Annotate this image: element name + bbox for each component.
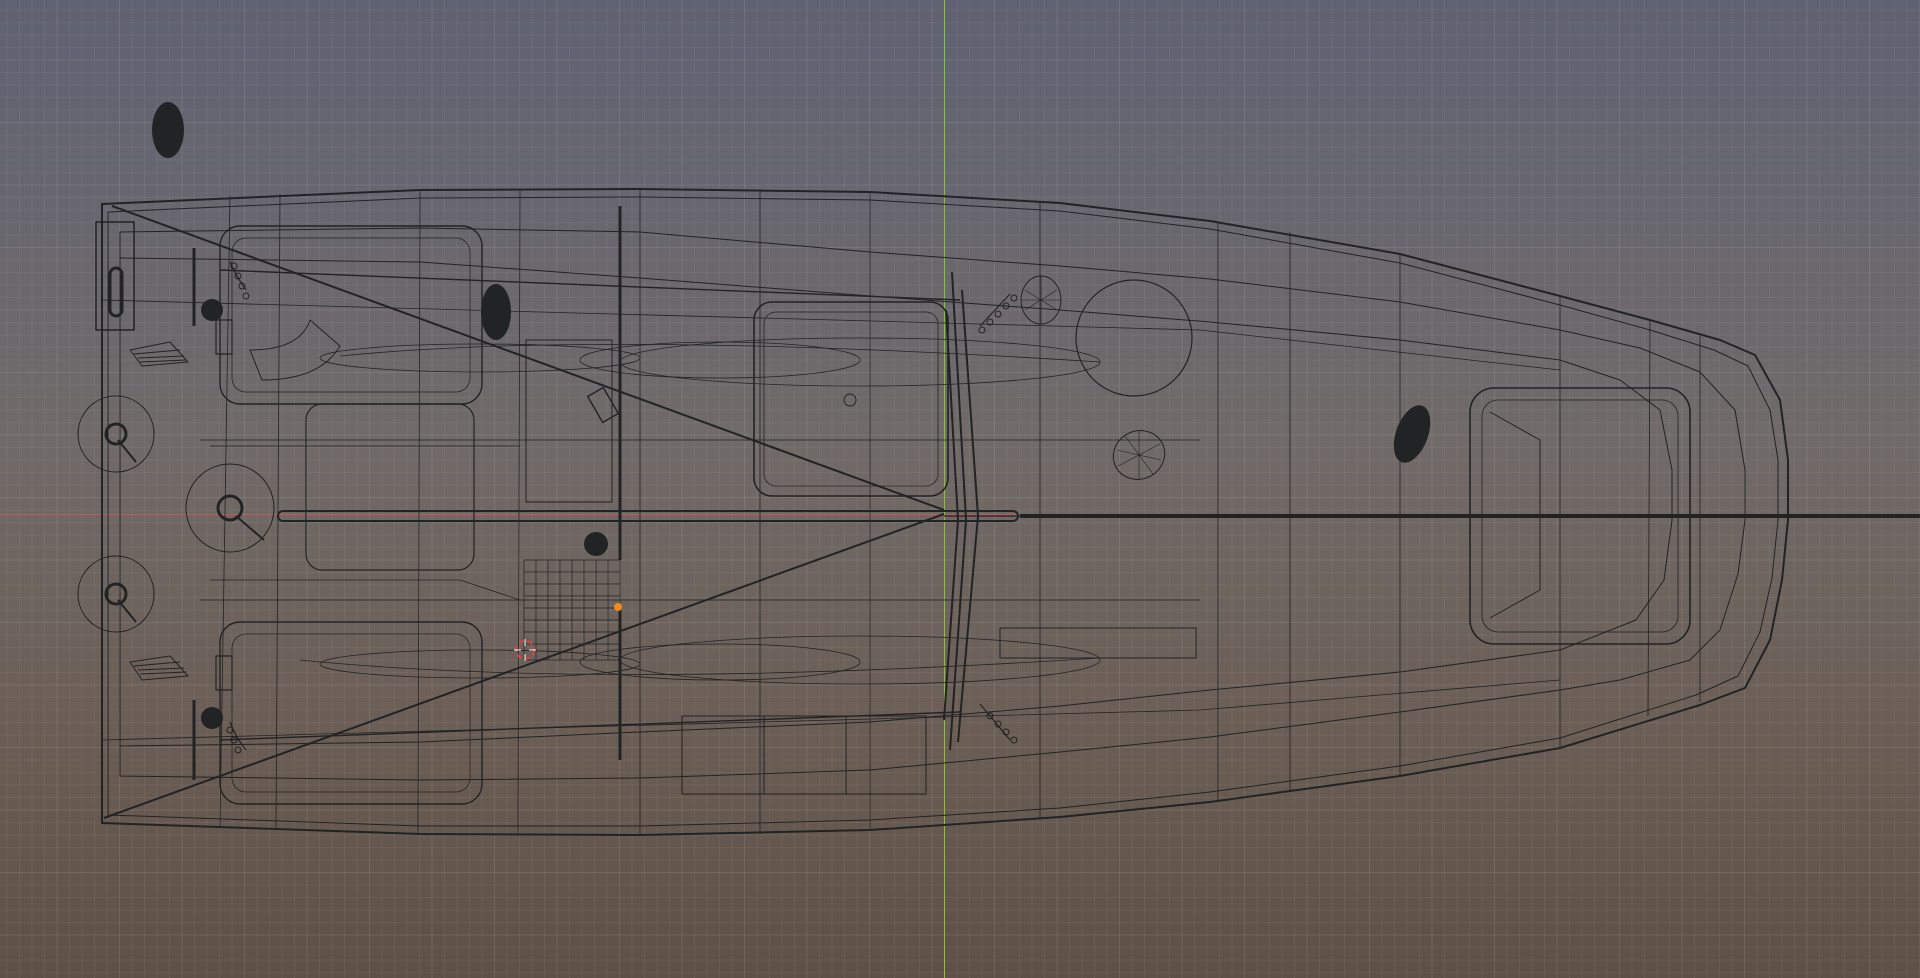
cockpit-seat-lower-inner	[231, 633, 471, 793]
cockpit-grate	[523, 559, 621, 661]
companionway-step	[587, 386, 619, 424]
cockpit-floor	[305, 403, 475, 571]
vents	[129, 341, 189, 681]
3d-viewport[interactable]	[0, 0, 1920, 978]
winch-mesh-lower-lines	[1116, 431, 1162, 479]
cockpit-seat-upper	[219, 225, 483, 405]
blocks	[215, 261, 1011, 751]
winch-drums	[201, 299, 608, 729]
bead-chains	[226, 262, 1018, 754]
side-rails	[192, 206, 622, 780]
sheet-line-lower	[103, 513, 945, 819]
hatch-knob	[843, 393, 857, 407]
cockpit-seat-lower	[219, 621, 483, 805]
figure-cockpit	[481, 284, 511, 340]
lower-lockers	[681, 627, 1197, 795]
object-origin-dot[interactable]	[614, 603, 622, 611]
3d-cursor-crosshair	[514, 639, 536, 661]
companionway-frame	[525, 339, 613, 503]
boom	[277, 510, 1019, 522]
cockpit-seat-upper-curve	[249, 319, 341, 381]
sail-upper	[319, 337, 1101, 387]
hull-outline-deck	[119, 227, 1746, 781]
sail-lower	[299, 635, 1101, 685]
main-hatch	[753, 301, 949, 497]
deck-plate-circle	[1075, 279, 1193, 397]
3d-cursor-icon[interactable]	[514, 639, 536, 661]
figure-foredeck	[1393, 405, 1431, 463]
crew-figures	[152, 102, 1431, 463]
stern-wheels	[77, 395, 275, 633]
sailboat-wireframe[interactable]	[0, 0, 1920, 978]
